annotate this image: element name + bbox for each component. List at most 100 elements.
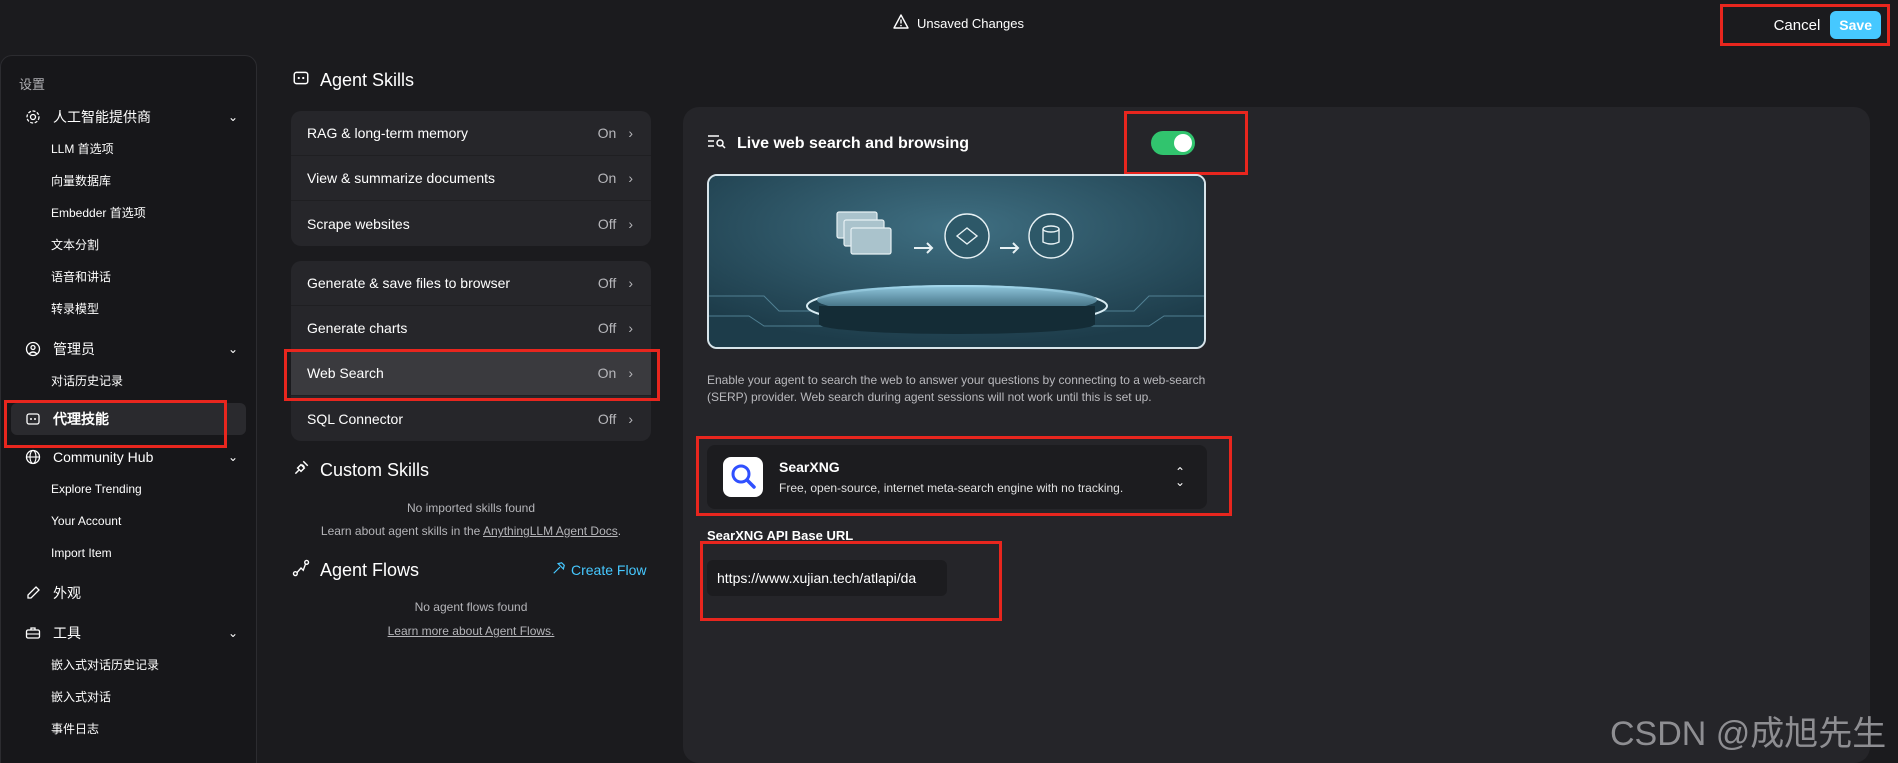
chevron-right-icon: › — [628, 275, 633, 291]
skill-status: Off — [597, 410, 617, 427]
agent-flows-title: Agent Flows — [292, 559, 419, 582]
sidebar-group-tools[interactable]: 工具 ⌄ — [11, 617, 246, 649]
web-search-title-text: Live web search and browsing — [737, 134, 970, 152]
learn-suffix: . — [617, 524, 622, 538]
sidebar-group-label: 管理员 — [53, 341, 95, 357]
chevron-right-icon: › — [628, 215, 633, 232]
custom-skills-learn: Learn about agent skills in the Anything… — [291, 524, 651, 538]
skill-row-sql[interactable]: SQL Connector Off › — [291, 396, 651, 441]
chevron-down-icon[interactable]: ⌄ — [228, 626, 238, 640]
watermark-text: CSDN @成旭先生 — [1610, 715, 1887, 753]
skill-status: On — [597, 365, 617, 381]
custom-skills-title-text: Custom Skills — [320, 460, 430, 480]
toolbox-icon — [25, 625, 43, 641]
search-provider-select[interactable]: SearXNG Free, open-source, internet meta… — [707, 445, 1207, 509]
sidebar-item-embed-chat[interactable]: 嵌入式对话 — [11, 681, 246, 713]
skill-status: Off — [597, 215, 617, 232]
skill-row-rag[interactable]: RAG & long-term memory On › — [291, 111, 651, 156]
flow-icon — [292, 559, 310, 582]
sidebar-group-label: 代理技能 — [53, 411, 109, 427]
provider-text: SearXNG Free, open-source, internet meta… — [779, 459, 1123, 495]
skill-label: View & summarize documents — [307, 170, 496, 186]
agent-flows-empty: No agent flows found — [414, 600, 528, 614]
agent-icon — [25, 411, 43, 427]
search-list-icon — [707, 133, 727, 154]
chevron-down-icon[interactable]: ⌄ — [228, 342, 238, 356]
chevron-right-icon: › — [628, 365, 633, 381]
skill-label: Web Search — [307, 365, 384, 381]
chevron-right-icon: › — [628, 170, 633, 186]
sidebar-caption: 设置 — [19, 77, 46, 92]
chevron-right-icon: › — [628, 320, 633, 336]
skill-list-configurable: Generate & save files to browser Off › Gen… — [291, 261, 651, 441]
cancel-button[interactable]: Cancel — [1774, 17, 1821, 34]
sidebar-item-embed-chat-history[interactable]: 嵌入式对话历史记录 — [11, 649, 246, 681]
skill-row-save-files[interactable]: Generate & save files to browser Off › — [291, 261, 651, 306]
sidebar-group-community-hub[interactable]: Community Hub ⌄ — [11, 441, 246, 473]
sidebar-item-event-log[interactable]: 事件日志 — [11, 713, 246, 745]
sidebar-group-appearance[interactable]: 外观 — [11, 577, 246, 609]
web-search-toggle[interactable] — [1151, 131, 1195, 155]
skill-status: Off — [597, 320, 617, 336]
top-bar: Unsaved Changes Cancel Save — [0, 0, 1898, 50]
sidebar-item-text-split[interactable]: 文本分割 — [11, 229, 246, 261]
brush-icon — [25, 585, 43, 601]
skill-status: On — [597, 125, 617, 141]
skill-row-charts[interactable]: Generate charts Off › — [291, 306, 651, 351]
searxng-url-input[interactable] — [707, 560, 947, 596]
sidebar-item-your-account[interactable]: Your Account — [11, 505, 246, 537]
sidebar-item-vector-db[interactable]: 向量数据库 — [11, 165, 246, 197]
sidebar-group-label: 工具 — [53, 625, 81, 641]
hammer-icon — [552, 561, 566, 578]
globe-icon — [25, 449, 43, 465]
web-search-title: Live web search and browsing — [707, 133, 969, 154]
sidebar-item-llm[interactable]: LLM 首选项 — [11, 133, 246, 165]
skill-row-scrape[interactable]: Scrape websites Off › — [291, 201, 651, 246]
skill-status: On — [597, 170, 617, 186]
skill-label: RAG & long-term memory — [307, 125, 469, 141]
gear-icon — [25, 109, 43, 125]
skill-label: Generate & save files to browser — [307, 275, 511, 291]
provider-description: Free, open-source, internet meta-search … — [779, 481, 1124, 495]
sidebar-item-voice[interactable]: 语音和讲话 — [11, 261, 246, 293]
learn-prefix: Learn about agent skills in the — [320, 524, 484, 538]
chevron-down-icon[interactable]: ⌄ — [228, 450, 238, 464]
sidebar-group-ai-providers[interactable]: 人工智能提供商 ⌄ — [11, 101, 246, 133]
plug-icon — [292, 459, 310, 482]
warning-icon — [893, 14, 909, 32]
chevron-right-icon: › — [628, 410, 633, 427]
skill-list-default: RAG & long-term memory On › View & summari… — [291, 111, 651, 246]
searxng-logo-icon — [723, 457, 763, 497]
sidebar-item-chat-history[interactable]: 对话历史记录 — [11, 365, 246, 397]
agent-flows-title-text: Agent Flows — [320, 560, 420, 580]
sidebar-group-admin[interactable]: 管理员 ⌄ — [11, 333, 246, 365]
custom-skills-title: Custom Skills — [292, 459, 429, 482]
agent-icon — [292, 69, 310, 92]
agent-flows-learn-link[interactable]: Learn more about Agent Flows. — [388, 624, 555, 638]
sidebar-item-explore-trending[interactable]: Explore Trending — [11, 473, 246, 505]
skill-label: Generate charts — [307, 320, 408, 336]
toggle-knob — [1174, 134, 1192, 152]
save-button[interactable]: Save — [1830, 11, 1881, 39]
sidebar-item-embedder[interactable]: Embedder 首选项 — [11, 197, 246, 229]
custom-skills-empty: No imported skills found — [406, 501, 536, 515]
searxng-url-label: SearXNG API Base URL — [707, 528, 854, 543]
sidebar-group-label: 人工智能提供商 — [53, 109, 151, 125]
settings-sidebar: 设置 人工智能提供商 ⌄ LLM 首选项 向量数据库 Embedder 首选项 … — [0, 55, 257, 763]
chevron-right-icon: › — [628, 125, 633, 141]
web-search-illustration — [707, 174, 1206, 349]
skill-label: SQL Connector — [307, 410, 403, 427]
skill-row-summarize[interactable]: View & summarize documents On › — [291, 156, 651, 201]
sidebar-group-label: Community Hub — [53, 449, 154, 465]
sidebar-item-import-item[interactable]: Import Item — [11, 537, 246, 569]
skill-row-web-search[interactable]: Web Search On › — [291, 351, 651, 396]
create-flow-button[interactable]: Create Flow — [552, 561, 646, 578]
agent-docs-link[interactable]: AnythingLLM Agent Docs — [483, 524, 618, 538]
agent-skills-title: Agent Skills — [292, 69, 414, 92]
create-flow-label: Create Flow — [571, 561, 647, 578]
chevron-up-down-icon[interactable]: ⌃ ⌄ — [1175, 466, 1185, 488]
sidebar-group-agent-skills[interactable]: 代理技能 — [11, 403, 246, 435]
sidebar-item-transcription[interactable]: 转录模型 — [11, 293, 246, 325]
chevron-down-icon[interactable]: ⌄ — [228, 110, 238, 124]
sidebar-group-label: 外观 — [53, 585, 81, 601]
